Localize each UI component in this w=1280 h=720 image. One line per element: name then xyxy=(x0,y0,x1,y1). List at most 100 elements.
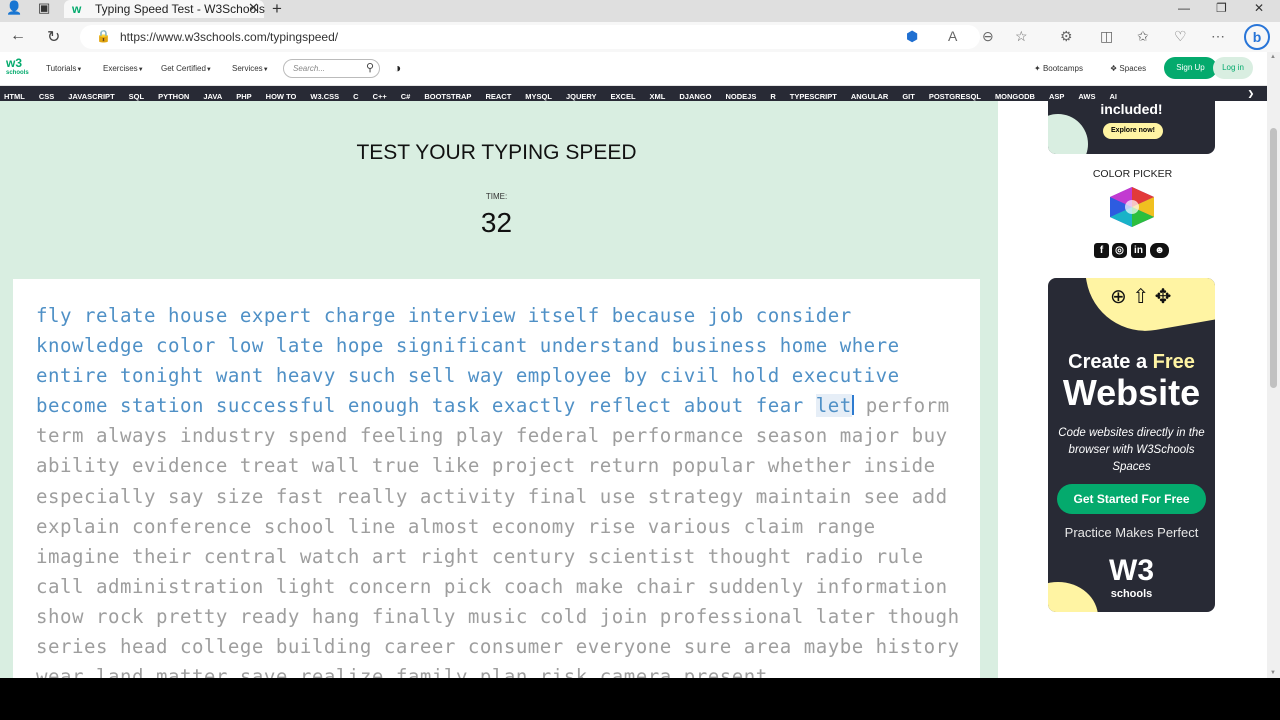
site-header: w3 schools Tutorials▼ Exercises▼ Get Cer… xyxy=(0,52,1280,86)
ad-w3-logo: W3 xyxy=(1109,554,1154,587)
lock-icon[interactable]: 🔒 xyxy=(96,29,111,43)
subnav-item-asp[interactable]: ASP xyxy=(1042,89,1071,101)
subnav-item-c[interactable]: C xyxy=(346,89,365,101)
caret-down-icon: ▼ xyxy=(262,67,269,73)
time-label: TIME: xyxy=(485,192,508,201)
subnav-item-aws[interactable]: AWS xyxy=(1071,89,1102,101)
explore-button[interactable]: Explore now! xyxy=(1103,123,1163,139)
subnav-item-excel[interactable]: EXCEL xyxy=(604,89,643,101)
favorite-icon[interactable]: ☆ xyxy=(1015,28,1028,45)
back-icon[interactable]: ← xyxy=(10,27,26,45)
menu-tutorials[interactable]: Tutorials▼ xyxy=(46,64,82,73)
color-picker-icon[interactable] xyxy=(1110,187,1154,227)
menu-icon[interactable]: ⋯ xyxy=(1211,28,1225,45)
topics-nav: HTML CSS JAVASCRIPT SQL PYTHON JAVA PHP HOW TO W… xyxy=(0,86,1267,101)
ad-decoration xyxy=(1048,114,1088,154)
minimize-icon[interactable]: — xyxy=(1178,1,1190,15)
subnav-item-cpp[interactable]: C++ xyxy=(366,89,394,101)
close-window-icon[interactable]: ✕ xyxy=(1254,1,1264,15)
subnav-item-r[interactable]: R xyxy=(763,89,782,101)
subnav-item-git[interactable]: GIT xyxy=(895,89,922,101)
search-placeholder: Search... xyxy=(293,64,326,73)
subnav-item-sql[interactable]: SQL xyxy=(122,89,151,101)
subnav-item-php[interactable]: PHP xyxy=(229,89,258,101)
top-ad-banner[interactable]: included! Explore now! xyxy=(1048,101,1215,154)
subnav-item-mysql[interactable]: MYSQL xyxy=(518,89,559,101)
subnav-item-java[interactable]: JAVA xyxy=(196,89,229,101)
address-bar[interactable]: 🔒 https://www.w3schools.com/typingspeed/ xyxy=(80,25,980,49)
bootcamps-icon: ✦ xyxy=(1034,64,1041,73)
subnav-item-bootstrap[interactable]: BOOTSTRAP xyxy=(417,89,478,101)
typing-words[interactable]: fly relate house expert charge interview… xyxy=(36,301,966,678)
search-input[interactable]: Search... ⚲ xyxy=(283,59,380,78)
subnav-item-react[interactable]: REACT xyxy=(478,89,518,101)
browser-window: 👤 ▣ w Typing Speed Test - W3Schools ✕ + … xyxy=(0,0,1280,678)
caret-down-icon: ▼ xyxy=(137,67,144,73)
subnav-item-csharp[interactable]: C# xyxy=(394,89,418,101)
performance-icon[interactable]: ♡ xyxy=(1174,28,1187,45)
subnav-item-html[interactable]: HTML xyxy=(0,89,32,101)
spaces-link[interactable]: ❖ Spaces xyxy=(1110,64,1146,73)
scrollbar-thumb[interactable] xyxy=(1270,128,1277,388)
favicon-icon: w xyxy=(72,2,82,16)
maximize-icon[interactable]: ❐ xyxy=(1216,1,1227,15)
active-tab[interactable]: w Typing Speed Test - W3Schools ✕ xyxy=(64,0,265,18)
subnav-item-xml[interactable]: XML xyxy=(643,89,673,101)
subnav-item-mongodb[interactable]: MONGODB xyxy=(988,89,1042,101)
subnav-item-javascript[interactable]: JAVASCRIPT xyxy=(61,89,121,101)
subnav-item-jquery[interactable]: JQUERY xyxy=(559,89,604,101)
facebook-icon[interactable]: f xyxy=(1094,243,1109,258)
right-sidebar: included! Explore now! COLOR PICKER f ◎ … xyxy=(998,101,1267,678)
subnav-item-w3css[interactable]: W3.CSS xyxy=(303,89,346,101)
ad-schools-logo: schools xyxy=(1110,588,1153,600)
dark-mode-toggle-icon[interactable]: ◑ xyxy=(394,61,401,75)
subnav-item-ai[interactable]: AI xyxy=(1102,89,1124,101)
new-tab-icon[interactable]: + xyxy=(272,0,282,19)
tab-actions-icon[interactable]: ▣ xyxy=(38,0,50,16)
search-icon[interactable]: ⚲ xyxy=(366,61,374,74)
subnav-item-python[interactable]: PYTHON xyxy=(151,89,196,101)
signup-button[interactable]: Sign Up xyxy=(1164,57,1217,79)
typed-words: fly relate house expert charge interview… xyxy=(36,304,900,418)
close-tab-icon[interactable]: ✕ xyxy=(248,0,259,16)
subnav-item-postgresql[interactable]: POSTGRESQL xyxy=(922,89,988,101)
typing-test-section: TEST YOUR TYPING SPEED TIME: 32 fly rela… xyxy=(0,101,998,678)
menu-get-certified[interactable]: Get Certified▼ xyxy=(161,64,212,73)
w3schools-logo[interactable]: w3 schools xyxy=(6,57,30,80)
caret-down-icon: ▼ xyxy=(76,67,83,73)
menu-exercises[interactable]: Exercises▼ xyxy=(103,64,144,73)
menu-services[interactable]: Services▼ xyxy=(232,64,269,73)
ad-description: Code websites directly in the browser wi… xyxy=(1058,427,1205,473)
login-button[interactable]: Log in xyxy=(1213,57,1253,79)
bootcamps-link[interactable]: ✦ Bootcamps xyxy=(1034,64,1083,73)
subnav-item-typescript[interactable]: TYPESCRIPT xyxy=(783,89,844,101)
globe-icon: ⊕ xyxy=(1110,286,1127,308)
scroll-down-icon[interactable]: ▼ xyxy=(1270,670,1276,676)
menu-label: Tutorials xyxy=(46,64,77,73)
tracking-prevention-icon[interactable]: ⬢ xyxy=(906,28,918,45)
subnav-item-django[interactable]: DJANGO xyxy=(672,89,718,101)
subnav-item-css[interactable]: CSS xyxy=(32,89,61,101)
url-text: https://www.w3schools.com/typingspeed/ xyxy=(120,30,339,44)
copilot-icon[interactable]: b xyxy=(1244,24,1270,50)
ad-create-text: Create a xyxy=(1068,351,1153,373)
scroll-up-icon[interactable]: ▲ xyxy=(1270,54,1276,60)
typing-text-panel[interactable]: fly relate house expert charge interview… xyxy=(13,279,980,678)
zoom-icon[interactable]: ⊖ xyxy=(982,28,994,45)
extensions-icon[interactable]: ⚙ xyxy=(1060,28,1073,45)
subnav-scroll-right-icon[interactable]: ❯ xyxy=(1241,86,1261,101)
favorites-bar-icon[interactable]: ✩ xyxy=(1137,28,1149,45)
discord-icon[interactable]: ☻ xyxy=(1150,243,1169,258)
read-aloud-icon[interactable]: A xyxy=(948,28,957,44)
subnav-item-howto[interactable]: HOW TO xyxy=(259,89,304,101)
subnav-item-nodejs[interactable]: NODEJS xyxy=(718,89,763,101)
subnav-item-angular[interactable]: ANGULAR xyxy=(844,89,896,101)
spaces-ad[interactable]: ⊕ ⇧ ✥ Create a Free Website Code website… xyxy=(1048,278,1215,612)
instagram-icon[interactable]: ◎ xyxy=(1112,243,1127,258)
get-started-button[interactable]: Get Started For Free xyxy=(1057,484,1206,514)
page-scrollbar[interactable]: ▲ ▼ xyxy=(1267,52,1280,678)
profile-icon[interactable]: 👤 xyxy=(6,0,22,16)
linkedin-icon[interactable]: in xyxy=(1131,243,1146,258)
split-screen-icon[interactable]: ◫ xyxy=(1100,28,1113,45)
refresh-icon[interactable]: ↻ xyxy=(47,27,60,47)
